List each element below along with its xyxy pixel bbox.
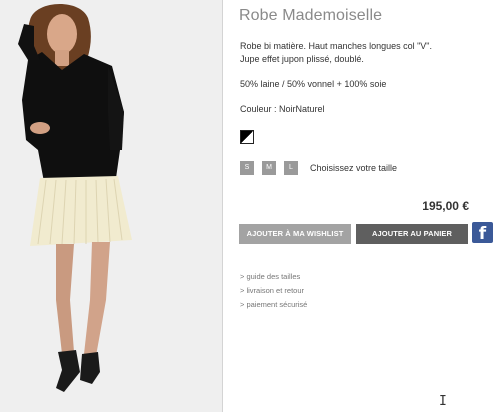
size-hint: Choisissez votre taille [310,163,398,173]
facebook-share-icon[interactable]: f [472,222,493,244]
colour-swatch[interactable] [240,130,254,144]
product-title: Robe Mademoiselle [239,7,383,24]
product-composition: 50% laine / 50% vonnel + 100% soie [240,79,387,89]
product-photo[interactable] [0,0,222,412]
add-to-cart-button[interactable]: AJOUTER AU PANIER [356,224,468,244]
product-description: Robe bi matière. Haut manches longues co… [240,40,490,66]
link-size-guide[interactable]: > guide des tailles [240,270,307,284]
size-button-l[interactable]: L [284,161,298,175]
info-links: > guide des tailles > livraison et retou… [240,270,307,312]
colour-label: Couleur : NoirNaturel [240,104,325,114]
link-secure-payment[interactable]: > paiement sécurisé [240,298,307,312]
description-line-1: Robe bi matière. Haut manches longues co… [240,41,432,51]
link-delivery-returns[interactable]: > livraison et retour [240,284,307,298]
description-line-2: Jupe effet jupon plissé, doublé. [240,54,364,64]
add-to-wishlist-button[interactable]: AJOUTER À MA WISHLIST [239,224,351,244]
model-illustration [18,3,132,392]
panel-divider [222,0,223,412]
text-cursor-icon: I [439,394,447,409]
size-button-m[interactable]: M [262,161,276,175]
size-button-s[interactable]: S [240,161,254,175]
product-price: 195,00 € [422,199,469,213]
